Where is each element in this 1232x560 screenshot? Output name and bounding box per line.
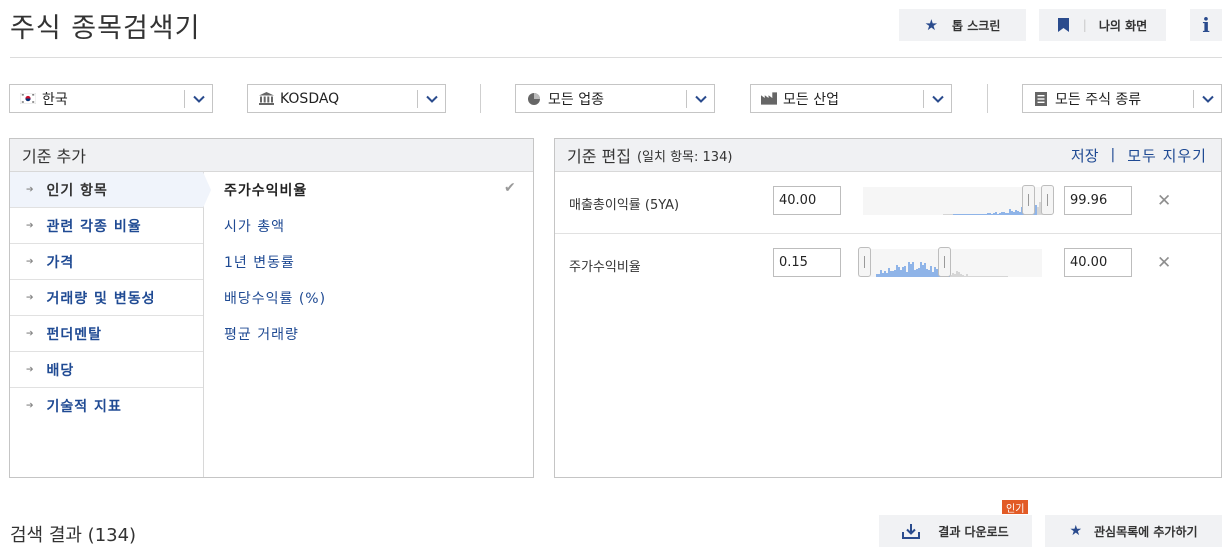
- info-icon: i: [1202, 13, 1210, 37]
- category-label: 거래량 및 변동성: [46, 290, 156, 307]
- match-count: (일치 항목: 134): [636, 149, 733, 165]
- category-dividends[interactable]: ➔ 배당: [10, 352, 203, 388]
- range-slider[interactable]: [858, 247, 1042, 277]
- exchange-select[interactable]: KOSDAQ: [247, 84, 446, 113]
- category-label: 인기 항목: [46, 182, 108, 199]
- slider-max-handle[interactable]: [1041, 185, 1054, 215]
- slider-min-handle[interactable]: [1022, 185, 1035, 215]
- category-label: 펀더멘탈: [46, 326, 103, 343]
- arrow-right-icon: ➔: [26, 292, 35, 303]
- chevron-down-icon: [686, 89, 714, 108]
- clear-all-link[interactable]: 모두 지우기: [1127, 145, 1207, 166]
- chevron-down-icon: [923, 89, 951, 108]
- checkmark-icon: ✔: [504, 180, 516, 196]
- category-technical-indicators[interactable]: ➔ 기술적 지표: [10, 388, 203, 424]
- arrow-right-icon: ➔: [26, 220, 35, 231]
- stock-type-select[interactable]: 모든 주식 종류: [1022, 84, 1222, 113]
- slider-max-handle[interactable]: [938, 247, 951, 277]
- add-criteria-title: 기준 추가: [22, 147, 86, 166]
- chevron-down-icon: [417, 89, 445, 108]
- category-label: 기술적 지표: [46, 399, 122, 415]
- max-value-input[interactable]: 40.00: [1064, 248, 1132, 277]
- star-icon: ★: [1069, 523, 1082, 539]
- category-price[interactable]: ➔ 가격: [10, 244, 203, 280]
- arrow-right-icon: ➔: [26, 401, 35, 411]
- download-label: 결과 다운로드: [938, 524, 1009, 539]
- criteria-item-avg-volume[interactable]: 평균 거래량: [224, 324, 299, 344]
- remove-criteria-icon[interactable]: ✕: [1157, 253, 1171, 273]
- remove-criteria-icon[interactable]: ✕: [1157, 191, 1171, 211]
- download-results-button[interactable]: 결과 다운로드: [879, 515, 1032, 547]
- chevron-down-icon: [184, 89, 212, 108]
- criteria-item-market-cap[interactable]: 시가 총액: [224, 216, 285, 236]
- arrow-right-icon: ➔: [26, 364, 35, 375]
- exchange-select-label: KOSDAQ: [280, 90, 340, 107]
- industry-select-label: 모든 산업: [783, 91, 839, 108]
- country-select[interactable]: 한국: [9, 84, 213, 113]
- my-screens-button[interactable]: | 나의 화면: [1039, 9, 1166, 41]
- filter-separator: [480, 84, 481, 113]
- criteria-item-dividend-yield[interactable]: 배당수익률 (%): [224, 288, 326, 308]
- chevron-down-icon: [1193, 89, 1221, 108]
- criteria-item-pe-ratio[interactable]: 주가수익비율: [224, 180, 307, 200]
- category-list-divider: [203, 172, 204, 477]
- add-criteria-panel: 기준 추가 ➔ 인기 항목 ➔ 관련 각종 비율 ➔ 가격 ➔ 거래량 및 변동…: [9, 138, 534, 478]
- my-screens-separator: |: [1082, 18, 1087, 32]
- category-volume-volatility[interactable]: ➔ 거래량 및 변동성: [10, 280, 203, 316]
- range-slider[interactable]: [863, 185, 1054, 215]
- category-popular[interactable]: ➔ 인기 항목: [10, 172, 203, 208]
- arrow-right-icon: ➔: [26, 328, 35, 339]
- criteria-row-name: 매출총이익률 (5YA): [569, 198, 680, 213]
- criteria-item-1y-change[interactable]: 1년 변동률: [224, 252, 295, 272]
- exchange-building-icon: [258, 92, 274, 105]
- add-to-watchlist-button[interactable]: ★ 관심목록에 추가하기: [1045, 515, 1222, 547]
- factory-icon: [761, 92, 777, 105]
- watchlist-label: 관심목록에 추가하기: [1094, 524, 1198, 539]
- star-icon: ★: [924, 16, 939, 34]
- header-divider: [10, 57, 1222, 58]
- active-category-pointer: [203, 172, 211, 208]
- document-icon: [1033, 91, 1049, 106]
- download-icon: [902, 523, 921, 539]
- sector-select-label: 모든 업종: [548, 91, 604, 108]
- category-label: 관련 각종 비율: [46, 218, 142, 235]
- edit-criteria-title: 기준 편집: [567, 147, 631, 166]
- link-separator: |: [1110, 147, 1116, 163]
- sector-select[interactable]: 모든 업종: [515, 84, 715, 113]
- max-value-input[interactable]: 99.96: [1064, 186, 1132, 215]
- edit-criteria-header: 기준 편집 (일치 항목: 134) 저장 | 모두 지우기: [555, 139, 1221, 172]
- add-criteria-header: 기준 추가: [10, 139, 533, 172]
- min-value-input[interactable]: 0.15: [773, 248, 841, 277]
- pie-chart-icon: [526, 92, 542, 106]
- stock-type-select-label: 모든 주식 종류: [1055, 91, 1142, 108]
- industry-select[interactable]: 모든 산업: [750, 84, 952, 113]
- page-title: 주식 종목검색기: [10, 13, 201, 44]
- category-label: 배당: [46, 362, 75, 379]
- info-button[interactable]: i: [1190, 9, 1222, 41]
- popular-badge: 인기: [1002, 500, 1029, 515]
- save-link[interactable]: 저장: [1071, 145, 1099, 166]
- slider-min-handle[interactable]: [858, 247, 871, 277]
- bookmark-icon: [1057, 18, 1069, 32]
- top-screens-label: 톱 스크린: [952, 18, 1001, 33]
- my-screens-label: 나의 화면: [1098, 18, 1148, 33]
- country-select-label: 한국: [42, 91, 68, 108]
- histogram-bar: [1006, 276, 1008, 277]
- criteria-row-name: 주가수익비율: [569, 260, 641, 275]
- top-screens-button[interactable]: ★ 톱 스크린: [899, 9, 1026, 41]
- category-label: 가격: [46, 254, 75, 271]
- results-title: 검색 결과 (134): [10, 525, 137, 546]
- arrow-right-icon: ➔: [26, 256, 35, 267]
- arrow-right-icon: ➔: [26, 184, 35, 195]
- category-fundamentals[interactable]: ➔ 펀더멘탈: [10, 316, 203, 352]
- korea-flag-icon: [20, 93, 36, 104]
- row-divider: [555, 233, 1221, 234]
- edit-criteria-panel: 기준 편집 (일치 항목: 134) 저장 | 모두 지우기 매출총이익률 (5…: [554, 138, 1222, 478]
- filter-separator: [987, 84, 988, 113]
- category-ratios[interactable]: ➔ 관련 각종 비율: [10, 208, 203, 244]
- min-value-input[interactable]: 40.00: [773, 186, 841, 215]
